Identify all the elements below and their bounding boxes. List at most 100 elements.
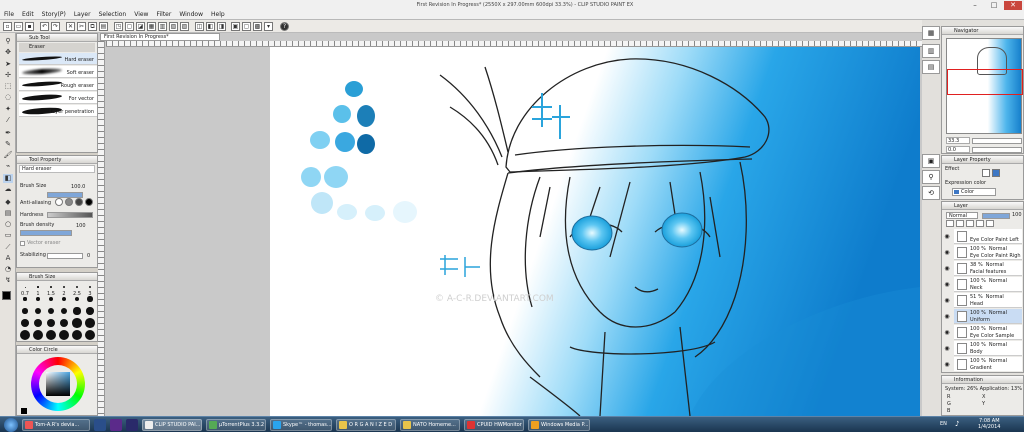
brush-size-dot[interactable] (72, 318, 82, 328)
balloon-tool-icon[interactable]: ◔ (3, 265, 13, 274)
anti-alias-medium[interactable] (75, 198, 83, 206)
brush-size-dot[interactable] (75, 285, 79, 289)
layer-visibility-icon[interactable]: ◉ (942, 341, 952, 356)
brush-rough-eraser[interactable]: Rough eraser (19, 79, 97, 91)
clock[interactable]: 7:08 AM 1/4/2014 (978, 418, 1000, 430)
frame-tool-icon[interactable]: ▭ (3, 231, 13, 240)
effect-border-icon[interactable] (982, 169, 990, 177)
brush-size-dot[interactable] (50, 286, 52, 288)
save-icon[interactable]: ▪ (25, 22, 34, 31)
clear-icon[interactable]: ✕ (66, 22, 75, 31)
layer-visibility-icon[interactable]: ◉ (942, 293, 952, 308)
copy-icon[interactable]: ⧉ (88, 22, 97, 31)
blend-tool-icon[interactable]: ☁ (3, 185, 13, 194)
document-tab[interactable]: First Revision In Progress* (100, 33, 220, 41)
layer-visibility-icon[interactable]: ◉ (942, 245, 952, 260)
zoom-tool-icon[interactable]: ⚲ (3, 37, 13, 46)
snap-perspective-icon[interactable]: ▨ (180, 22, 189, 31)
brush-size-dot[interactable] (33, 330, 43, 340)
menu-view[interactable]: View (134, 11, 148, 18)
taskbar-item-browser[interactable]: Tom-A.R's devia... (22, 419, 90, 431)
brush-for-vector[interactable]: For vector (19, 92, 97, 104)
cut-icon[interactable]: ✂ (77, 22, 86, 31)
layer-row[interactable]: 100 % Normal Body (954, 341, 1022, 356)
brush-tool-icon[interactable]: 🖌 (3, 151, 13, 160)
fill-icon[interactable]: ▦ (147, 22, 156, 31)
selection-icon[interactable]: ◧ (206, 22, 215, 31)
brush-layer-penetration[interactable]: Layer penetration (19, 105, 97, 117)
paste-icon[interactable]: ▤ (99, 22, 108, 31)
main-color-swatch[interactable] (2, 291, 11, 300)
selection-mode-icon[interactable]: ◨ (217, 22, 226, 31)
saturation-value-square[interactable] (46, 372, 70, 396)
layer-row[interactable]: 100 % Normal Gradient (954, 357, 1022, 371)
anti-alias-none[interactable] (55, 198, 63, 206)
menu-file[interactable]: File (4, 11, 14, 18)
anti-alias-weak[interactable] (65, 198, 73, 206)
deselect-icon[interactable]: ▢ (125, 22, 134, 31)
ruler-tool-icon[interactable]: ⟋ (3, 243, 13, 252)
navigator-viewport[interactable] (947, 69, 1023, 95)
maximize-button[interactable]: □ (985, 1, 1003, 10)
taskbar-item-media-player[interactable]: Windows Media P... (528, 419, 590, 431)
anti-alias-strong[interactable] (85, 198, 93, 206)
brush-soft-eraser[interactable]: Soft eraser (19, 66, 97, 78)
brush-size-dot[interactable] (36, 297, 40, 301)
menu-help[interactable]: Help (211, 11, 225, 18)
layer-visibility-icon[interactable]: ◉ (942, 325, 952, 340)
brush-size-dot[interactable] (33, 318, 43, 328)
layer-row[interactable]: Eye Color Paint Left (954, 229, 1022, 244)
layer-opacity-slider[interactable] (982, 213, 1010, 219)
material-icon[interactable]: ▦ (922, 26, 940, 40)
navigator-zoom-slider[interactable] (972, 138, 1022, 144)
artwork-canvas[interactable]: © A-C-R.DEVIANTART.COM (270, 47, 920, 416)
taskbar-item-nato[interactable]: NATO Homeme... (400, 419, 460, 431)
clip-layer-icon[interactable] (946, 220, 954, 227)
mask-icon[interactable] (986, 220, 994, 227)
correct-line-icon[interactable]: ↯ (3, 276, 13, 285)
effect-color-icon[interactable] (992, 169, 1000, 177)
material-2-icon[interactable]: ▥ (922, 44, 940, 58)
sub-tool-group-tab[interactable]: Eraser (19, 43, 95, 52)
reference-layer-icon[interactable] (956, 220, 964, 227)
transform-icon[interactable]: ◳ (114, 22, 123, 31)
volume-icon[interactable]: ♪ (955, 420, 963, 428)
material-3-icon[interactable]: ▤ (922, 60, 940, 74)
lock-layer-icon[interactable] (966, 220, 974, 227)
brush-size-dot[interactable] (48, 296, 53, 301)
brush-size-dot[interactable] (72, 330, 82, 340)
menu-window[interactable]: Window (179, 11, 203, 18)
layer-row[interactable]: 100 % Normal Eye Color Paint Righ (954, 245, 1022, 260)
redo-icon[interactable]: ↷ (51, 22, 60, 31)
brush-size-dot[interactable] (47, 307, 55, 315)
navigator-preview[interactable] (946, 38, 1023, 134)
photoshop-icon[interactable] (94, 419, 106, 431)
brush-size-dot[interactable] (88, 285, 92, 289)
tray-language[interactable]: EN (940, 421, 947, 427)
undo-icon[interactable]: ↶ (40, 22, 49, 31)
grid-icon[interactable]: ▣ (231, 22, 240, 31)
layer-visibility-icon[interactable]: ◉ (942, 309, 952, 324)
brush-hard-eraser[interactable]: Hard eraser (19, 53, 97, 65)
eraser-tool-icon[interactable]: ◧ (3, 174, 13, 183)
history-strip-icon[interactable]: ⟲ (922, 186, 940, 200)
brush-size-dot[interactable] (86, 307, 94, 315)
navigator-rotation-slider[interactable] (972, 147, 1022, 153)
main-color-chip[interactable] (21, 408, 27, 414)
brush-size-dot[interactable] (35, 308, 41, 314)
taskbar-item-hwmonitor[interactable]: CPUID HWMonitor (464, 419, 524, 431)
brush-density-slider[interactable] (20, 230, 72, 236)
menu-story[interactable]: Story(P) (42, 11, 66, 18)
layer-row[interactable]: 51 % Normal Head (954, 293, 1022, 308)
menu-layer[interactable]: Layer (74, 11, 91, 18)
layer-property-strip-icon[interactable]: ▣ (922, 154, 940, 168)
layer-row[interactable]: 100 % Normal Neck (954, 277, 1022, 292)
frame-icon[interactable]: ▢ (242, 22, 251, 31)
close-button[interactable]: ✕ (1004, 1, 1022, 10)
layer-visibility-icon[interactable]: ◉ (942, 229, 952, 244)
fill-tool-icon[interactable]: ◆ (3, 198, 13, 207)
brush-size-dot[interactable] (59, 318, 69, 328)
taskbar-item-clip-studio[interactable]: CLIP STUDIO PAI... (142, 419, 202, 431)
menu-filter[interactable]: Filter (156, 11, 171, 18)
brush-size-dot[interactable] (21, 319, 29, 327)
